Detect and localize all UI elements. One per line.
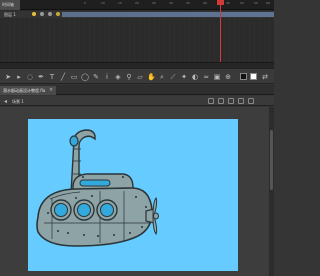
- ruler-number: 10: [101, 1, 105, 5]
- tools-bar: ➤ ▸ ◌ ✒ T ╱ ▭ ◯ ✎ ⅰ ◈ ⚲ ▱ ✋ ⌕ ⟋ ✦ ◐ ≈ ▣ …: [0, 68, 274, 84]
- rectangle-tool-icon[interactable]: ▭: [70, 73, 78, 81]
- vertical-scrollbar-thumb[interactable]: [270, 130, 273, 190]
- snap-icon[interactable]: ⊕: [224, 73, 232, 81]
- porthole-1: [50, 199, 72, 221]
- ink-bottle-icon[interactable]: ◐: [191, 73, 199, 81]
- camera-tool-icon[interactable]: ▣: [213, 73, 221, 81]
- outline-toggle-icon[interactable]: [56, 12, 60, 16]
- line-tool-icon[interactable]: ╱: [59, 73, 67, 81]
- ruler-number: 5: [84, 1, 86, 5]
- ruler-number: 55: [254, 1, 258, 5]
- pen-tool-icon[interactable]: ✒: [37, 73, 45, 81]
- ruler-number: 35: [186, 1, 190, 5]
- ruler-number: 20: [135, 1, 139, 5]
- pencil-tool-icon[interactable]: ✎: [92, 73, 100, 81]
- oval-tool-icon[interactable]: ◯: [81, 73, 89, 81]
- lasso-tool-icon[interactable]: ◌: [26, 73, 34, 81]
- deco-tool-icon[interactable]: ✦: [180, 73, 188, 81]
- ruler-number: 30: [169, 1, 173, 5]
- text-tool-icon[interactable]: T: [48, 73, 56, 81]
- center-stage-icon[interactable]: [238, 98, 244, 104]
- ruler-number: 25: [152, 1, 156, 5]
- ruler-number: 45: [226, 1, 230, 5]
- fill-color-swatch[interactable]: [250, 73, 257, 80]
- selection-tool-icon[interactable]: ➤: [4, 73, 12, 81]
- lock-toggle-icon[interactable]: [48, 12, 52, 16]
- edit-bar-controls: [208, 98, 268, 105]
- porthole-2: [73, 199, 95, 221]
- ruler-number: 60: [266, 1, 270, 5]
- edit-symbol-icon[interactable]: [208, 98, 214, 104]
- edit-scene-icon[interactable]: [218, 98, 224, 104]
- visibility-toggle-icon[interactable]: [40, 12, 44, 16]
- brush-tool-icon[interactable]: ⅰ: [103, 73, 111, 81]
- timeline-panel: 5 10 15 20 25 30 35 40 45 50 55 60 时间轴 图…: [0, 0, 274, 62]
- timeline-ruler[interactable]: 5 10 15 20 25 30 35 40 45 50 55 60: [0, 0, 274, 10]
- hand-tool-icon[interactable]: ✋: [147, 73, 156, 81]
- back-arrow-icon[interactable]: ◂: [4, 98, 7, 105]
- layer-toggles: [32, 12, 60, 17]
- porthole-3: [96, 199, 118, 221]
- zoom-select-icon[interactable]: [248, 98, 254, 104]
- ruler-number: 40: [203, 1, 207, 5]
- stroke-color-swatch[interactable]: [240, 73, 247, 80]
- subselection-tool-icon[interactable]: ▸: [15, 73, 23, 81]
- playhead-line: [220, 0, 221, 62]
- eraser-tool-icon[interactable]: ▱: [136, 73, 144, 81]
- layer-name[interactable]: 图层 1: [4, 12, 16, 18]
- scene-breadcrumb[interactable]: 场景 1: [12, 99, 24, 105]
- submarine-artwork[interactable]: [28, 119, 238, 271]
- swap-colors-icon[interactable]: ⇄: [261, 73, 269, 81]
- close-icon[interactable]: ×: [49, 87, 53, 93]
- ruler-number: 50: [240, 1, 244, 5]
- clip-content-icon[interactable]: [228, 98, 234, 104]
- document-tab-label: 潜水艇动画设计教程.fla: [3, 88, 46, 93]
- paint-bucket-icon[interactable]: ◈: [114, 73, 122, 81]
- zoom-tool-icon[interactable]: ⌕: [158, 73, 166, 81]
- pencil-edit-icon[interactable]: [32, 12, 36, 16]
- frame-span[interactable]: [62, 12, 274, 17]
- timeline-empty-area[interactable]: [0, 19, 274, 62]
- eyedropper-icon[interactable]: ⚲: [125, 73, 133, 81]
- ruler-number: 15: [118, 1, 122, 5]
- timeline-tab-label: 时间轴: [2, 2, 14, 7]
- width-tool-icon[interactable]: ≈: [202, 73, 210, 81]
- bone-tool-icon[interactable]: ⟋: [169, 73, 177, 81]
